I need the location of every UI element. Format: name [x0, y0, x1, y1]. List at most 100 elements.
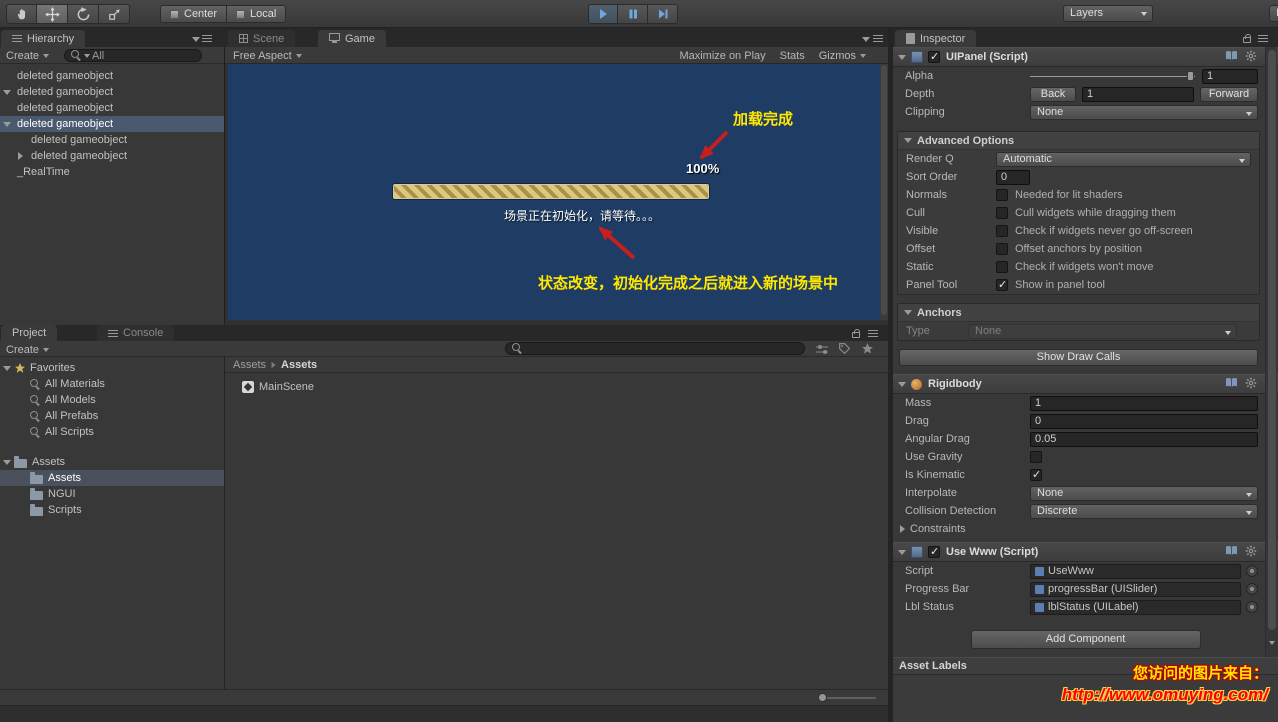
- aspect-dropdown[interactable]: Free Aspect: [233, 50, 302, 62]
- step-button[interactable]: [648, 4, 678, 24]
- is-kinematic-checkbox[interactable]: [1030, 468, 1042, 481]
- depth-back-button[interactable]: Back: [1030, 86, 1076, 102]
- add-component-button[interactable]: Add Component: [970, 630, 1201, 649]
- favorites-header-row[interactable]: Favorites: [0, 360, 224, 376]
- game-pane-dropdown-icon[interactable]: [862, 37, 870, 42]
- stats-button[interactable]: Stats: [780, 50, 805, 62]
- scale-tool-button[interactable]: [99, 4, 130, 24]
- hand-tool-button[interactable]: [6, 4, 37, 24]
- play-button[interactable]: [588, 4, 618, 24]
- search-by-type-icon[interactable]: [815, 343, 829, 358]
- object-picker-icon[interactable]: [1246, 583, 1258, 595]
- alpha-field[interactable]: 1: [1202, 68, 1258, 84]
- move-tool-button[interactable]: [37, 4, 68, 24]
- lbl-status-object-field[interactable]: lblStatus (UILabel): [1030, 599, 1241, 615]
- interpolate-dropdown[interactable]: None: [1030, 485, 1258, 501]
- progress-bar-object-field[interactable]: progressBar (UISlider): [1030, 581, 1241, 597]
- offset-checkbox[interactable]: [996, 243, 1008, 255]
- help-book-icon[interactable]: [1225, 50, 1238, 64]
- project-search-input[interactable]: [505, 342, 805, 355]
- render-q-dropdown[interactable]: Automatic: [996, 151, 1251, 167]
- static-checkbox[interactable]: [996, 261, 1008, 273]
- tab-hierarchy[interactable]: Hierarchy: [1, 30, 86, 47]
- game-viewport[interactable]: 加载完成 100% 场景正在初始化，请等待。。。 状态改变，初始化完成之后就进入…: [228, 64, 880, 320]
- hierarchy-item[interactable]: deleted gameobject: [0, 148, 224, 164]
- hierarchy-create-button[interactable]: Create: [6, 50, 50, 62]
- tab-scene[interactable]: Scene: [228, 30, 296, 47]
- game-scrollbar[interactable]: [880, 64, 888, 320]
- favorite-item[interactable]: All Models: [0, 392, 224, 408]
- clipping-dropdown[interactable]: None: [1030, 104, 1258, 120]
- tab-inspector[interactable]: Inspector: [895, 30, 977, 47]
- hierarchy-item[interactable]: deleted gameobject: [0, 100, 224, 116]
- foldout-open-icon[interactable]: [898, 549, 906, 555]
- help-book-icon[interactable]: [1225, 545, 1238, 559]
- tab-console[interactable]: Console: [97, 325, 175, 341]
- anchors-header[interactable]: Anchors: [898, 304, 1259, 322]
- foldout-open-icon[interactable]: [898, 381, 906, 387]
- rotate-tool-button[interactable]: [68, 4, 99, 24]
- scrollbar-down-arrow-icon[interactable]: [1269, 641, 1275, 645]
- saved-search-star-icon[interactable]: [861, 342, 874, 358]
- project-create-button[interactable]: Create: [6, 344, 50, 356]
- anchors-type-dropdown[interactable]: None: [968, 323, 1237, 339]
- folder-item[interactable]: NGUI: [0, 486, 224, 502]
- project-pane-menu-icon[interactable]: [868, 330, 878, 337]
- gear-icon[interactable]: [1245, 50, 1257, 65]
- favorite-item[interactable]: All Materials: [0, 376, 224, 392]
- foldout-closed-icon[interactable]: [18, 152, 23, 160]
- hierarchy-item[interactable]: deleted gameobject: [0, 68, 224, 84]
- sort-order-field[interactable]: 0: [996, 169, 1030, 185]
- inspector-scrollbar[interactable]: [1265, 47, 1277, 657]
- hierarchy-item[interactable]: deleted gameobject: [0, 84, 224, 100]
- hierarchy-pane-dropdown-icon[interactable]: [192, 37, 200, 42]
- cull-checkbox[interactable]: [996, 207, 1008, 219]
- folder-item[interactable]: Scripts: [0, 502, 224, 518]
- foldout-closed-icon[interactable]: [900, 525, 905, 533]
- drag-field[interactable]: 0: [1030, 413, 1258, 429]
- hierarchy-item-selected[interactable]: deleted gameobject: [0, 116, 224, 132]
- constraints-row[interactable]: Constraints: [893, 520, 1278, 538]
- object-picker-icon[interactable]: [1246, 565, 1258, 577]
- center-pivot-button[interactable]: Center: [160, 5, 228, 23]
- layout-dropdown[interactable]: Layout: [1269, 5, 1278, 22]
- local-pivot-button[interactable]: Local: [227, 5, 287, 23]
- panel-tool-checkbox[interactable]: [996, 278, 1008, 291]
- foldout-open-icon[interactable]: [3, 90, 11, 95]
- folder-item-selected[interactable]: Assets: [0, 470, 224, 486]
- foldout-open-icon[interactable]: [904, 138, 912, 143]
- scrollbar-thumb[interactable]: [881, 65, 887, 315]
- zoom-slider-handle[interactable]: [818, 693, 827, 702]
- usewww-component-header[interactable]: Use Www (Script): [893, 542, 1278, 562]
- breadcrumb-root[interactable]: Assets: [233, 359, 266, 371]
- tab-project[interactable]: Project: [1, 325, 58, 341]
- normals-checkbox[interactable]: [996, 189, 1008, 201]
- foldout-open-icon[interactable]: [3, 365, 11, 371]
- depth-forward-button[interactable]: Forward: [1200, 86, 1258, 102]
- search-by-label-icon[interactable]: [838, 342, 851, 358]
- alpha-slider[interactable]: [1030, 69, 1195, 83]
- foldout-open-icon[interactable]: [898, 54, 906, 60]
- asset-file-item[interactable]: MainScene: [242, 381, 314, 393]
- foldout-open-icon[interactable]: [3, 459, 11, 465]
- hierarchy-item[interactable]: deleted gameobject: [0, 132, 224, 148]
- gear-icon[interactable]: [1245, 545, 1257, 560]
- show-draw-calls-button[interactable]: Show Draw Calls: [899, 349, 1258, 366]
- angular-drag-field[interactable]: 0.05: [1030, 431, 1258, 447]
- rigidbody-component-header[interactable]: Rigidbody: [893, 374, 1278, 394]
- hierarchy-item[interactable]: _RealTime: [0, 164, 224, 180]
- hierarchy-search-input[interactable]: All: [64, 49, 202, 62]
- maximize-on-play-button[interactable]: Maximize on Play: [679, 50, 765, 62]
- pause-button[interactable]: [618, 4, 648, 24]
- gear-icon[interactable]: [1245, 377, 1257, 392]
- depth-field[interactable]: 1: [1082, 86, 1194, 102]
- lock-icon[interactable]: [852, 329, 860, 338]
- help-book-icon[interactable]: [1225, 377, 1238, 391]
- foldout-open-icon[interactable]: [3, 122, 11, 127]
- script-object-field[interactable]: UseWww: [1030, 563, 1241, 579]
- favorite-item[interactable]: All Scripts: [0, 424, 224, 440]
- inspector-pane-menu-icon[interactable]: [1258, 35, 1268, 42]
- foldout-open-icon[interactable]: [904, 310, 912, 315]
- uipanel-enabled-checkbox[interactable]: [928, 50, 940, 63]
- advanced-options-header[interactable]: Advanced Options: [898, 132, 1259, 150]
